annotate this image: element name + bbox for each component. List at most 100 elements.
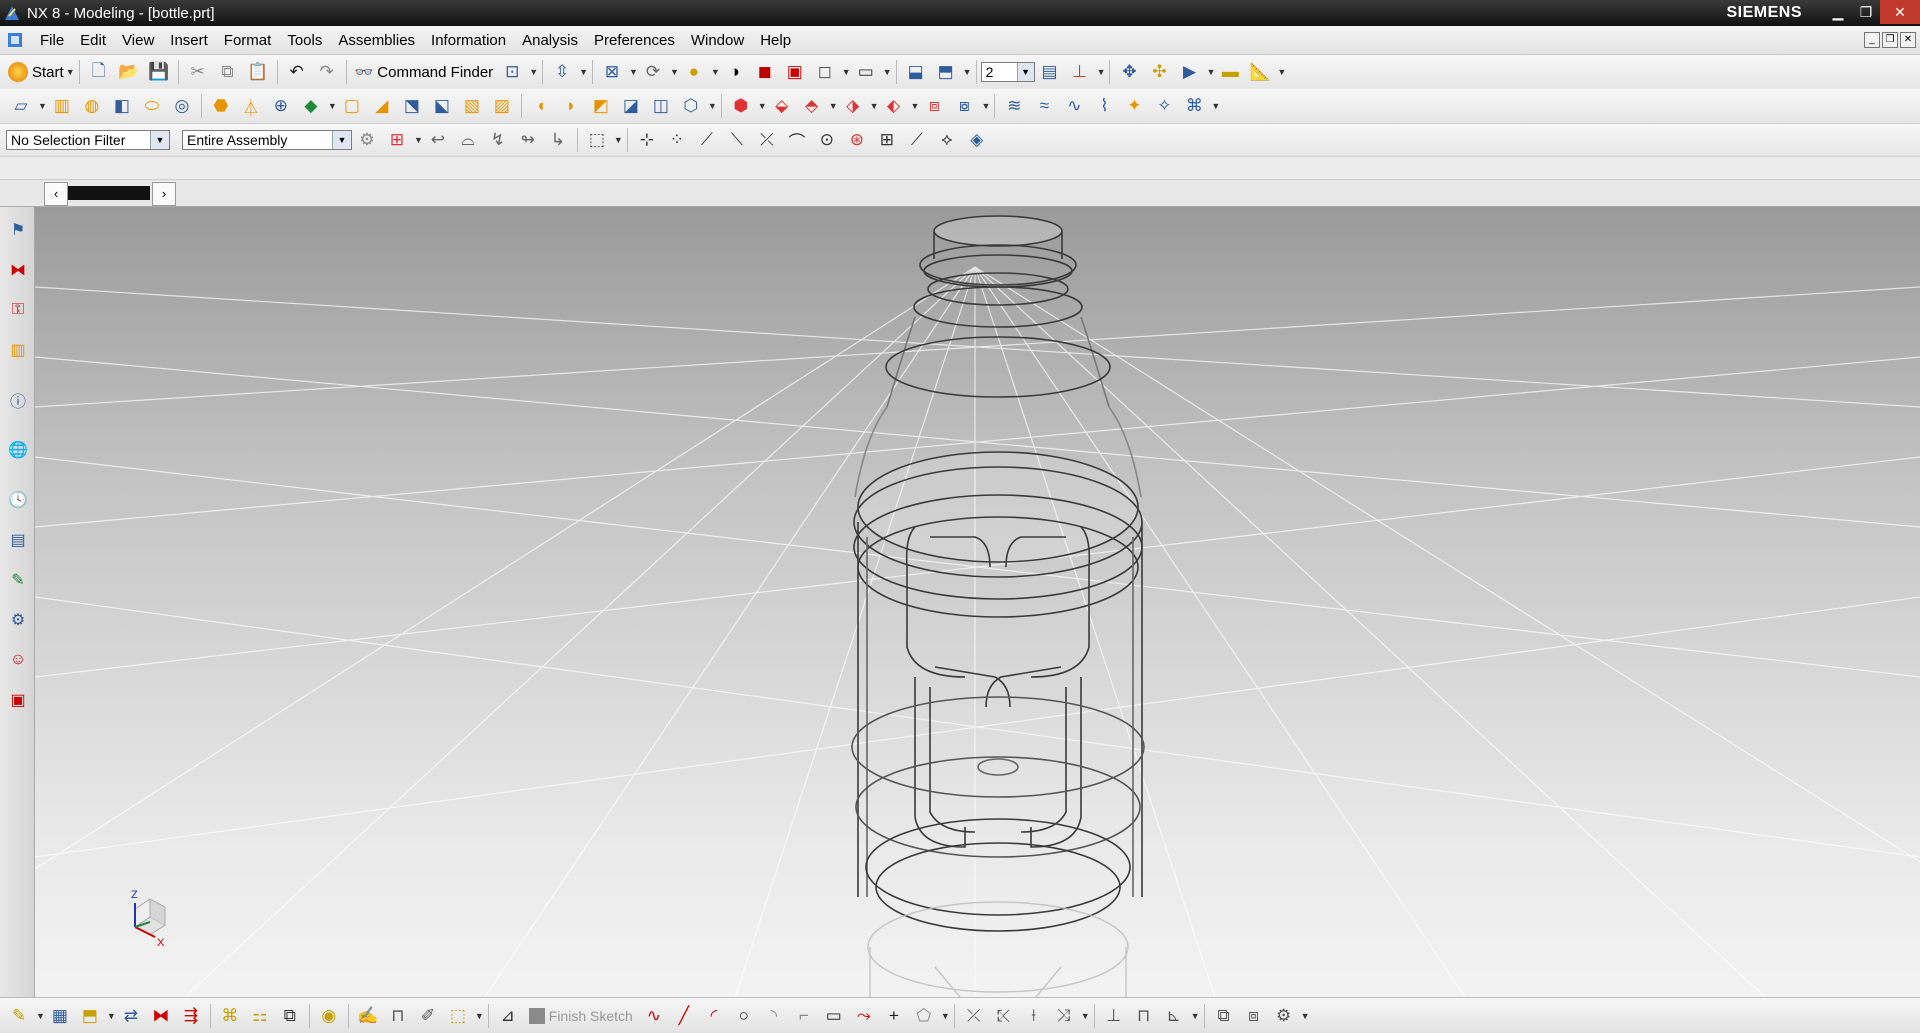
quick-extend-icon[interactable]: ⤪ bbox=[991, 1003, 1017, 1029]
draft-icon[interactable]: ◩ bbox=[588, 93, 614, 119]
datum-icon[interactable]: ◆ bbox=[298, 93, 324, 119]
existing-point-icon[interactable]: ⊞ bbox=[874, 127, 900, 153]
chamfer-icon[interactable]: ◢ bbox=[369, 93, 395, 119]
surface-options-icon[interactable]: ⌘ bbox=[1181, 93, 1207, 119]
open-folder-icon[interactable]: 📂 bbox=[116, 59, 142, 85]
drafting-icon[interactable]: ✍ bbox=[355, 1003, 381, 1029]
shaded-sphere-icon[interactable]: ● bbox=[681, 59, 707, 85]
copy-icon[interactable]: ⧉ bbox=[215, 59, 241, 85]
chevron-down-icon[interactable]: ▼ bbox=[911, 101, 920, 111]
shaded-icon[interactable]: ▣ bbox=[782, 59, 808, 85]
end-point-icon[interactable]: ⁘ bbox=[664, 127, 690, 153]
restore-button[interactable]: ❐ bbox=[1852, 0, 1880, 24]
selection-scope-select[interactable]: Entire Assembly ▼ bbox=[182, 130, 352, 150]
trim-body-icon[interactable]: ⬕ bbox=[429, 93, 455, 119]
assembly-sequence-icon[interactable]: ⚏ bbox=[247, 1003, 273, 1029]
assembly-constraints-icon[interactable]: ⧓ bbox=[148, 1003, 174, 1029]
doc-minimize-button[interactable]: _ bbox=[1864, 32, 1880, 48]
doc-close-button[interactable]: ✕ bbox=[1900, 32, 1916, 48]
part-navigator-icon[interactable]: ⚿ bbox=[6, 297, 30, 323]
circle-point-icon[interactable]: ⊙ bbox=[814, 127, 840, 153]
chevron-down-icon[interactable]: ▼ bbox=[1081, 1011, 1090, 1021]
menu-format[interactable]: Format bbox=[216, 32, 280, 49]
new-file-icon[interactable]: 🗋 bbox=[86, 59, 112, 85]
n-sided-icon[interactable]: ✦ bbox=[1121, 93, 1147, 119]
redo-icon[interactable]: ↷ bbox=[314, 59, 340, 85]
assembly-add-icon[interactable]: ⬒ bbox=[77, 1003, 103, 1029]
profile-icon[interactable]: ∿ bbox=[641, 1003, 667, 1029]
paste-icon[interactable]: 📋 bbox=[245, 59, 271, 85]
chevron-down-icon[interactable]: ▼ bbox=[883, 67, 892, 77]
menu-analysis[interactable]: Analysis bbox=[514, 32, 586, 49]
through-curves-icon[interactable]: ≈ bbox=[1031, 93, 1057, 119]
chevron-down-icon[interactable]: ▼ bbox=[1097, 67, 1106, 77]
offset-face-icon[interactable]: ▧ bbox=[459, 93, 485, 119]
chevron-down-icon[interactable]: ▼ bbox=[614, 135, 623, 145]
measure-angle-icon[interactable]: 📐 bbox=[1247, 59, 1273, 85]
line-icon[interactable]: ╱ bbox=[671, 1003, 697, 1029]
tab-active[interactable] bbox=[68, 186, 150, 200]
fillet-icon[interactable]: ◝ bbox=[761, 1003, 787, 1029]
tab-scroll-left-button[interactable]: ‹ bbox=[44, 182, 68, 206]
menu-view[interactable]: View bbox=[114, 32, 162, 49]
chevron-down-icon[interactable]: ▼ bbox=[328, 101, 337, 111]
pad-icon[interactable]: ⬣ bbox=[208, 93, 234, 119]
polygon-icon[interactable]: ⬠ bbox=[911, 1003, 937, 1029]
menu-information[interactable]: Information bbox=[423, 32, 514, 49]
block-icon[interactable]: ◧ bbox=[109, 93, 135, 119]
mid-point-icon[interactable]: ⟋ bbox=[694, 127, 720, 153]
reuse-icon[interactable]: ⧇ bbox=[951, 93, 977, 119]
clearance-icon[interactable]: ◉ bbox=[316, 1003, 342, 1029]
document-icon[interactable] bbox=[6, 31, 26, 49]
quick-trim-icon[interactable]: ⤫ bbox=[961, 1003, 987, 1029]
save-icon[interactable]: 💾 bbox=[146, 59, 172, 85]
extrude-icon[interactable]: ▥ bbox=[49, 93, 75, 119]
menu-preferences[interactable]: Preferences bbox=[586, 32, 683, 49]
replace-face-icon[interactable]: ⬘ bbox=[799, 93, 825, 119]
chevron-down-icon[interactable]: ▼ bbox=[981, 101, 990, 111]
shell-icon[interactable]: ▢ bbox=[339, 93, 365, 119]
mirror-icon[interactable]: ◫ bbox=[648, 93, 674, 119]
minimize-button[interactable]: ▁ bbox=[1824, 0, 1852, 24]
menu-tools[interactable]: Tools bbox=[279, 32, 330, 49]
constraint-navigator-icon[interactable]: ⧓ bbox=[6, 257, 30, 283]
ruled-icon[interactable]: ⌇ bbox=[1091, 93, 1117, 119]
wave-link-icon[interactable]: ⌘ bbox=[217, 1003, 243, 1029]
menu-file[interactable]: File bbox=[32, 32, 72, 49]
chevron-down-icon[interactable]: ▼ bbox=[941, 1011, 950, 1021]
chevron-down-icon[interactable]: ▼ bbox=[963, 67, 972, 77]
chevron-down-icon[interactable]: ▼ bbox=[579, 67, 588, 77]
make-corner-icon[interactable]: ⟊ bbox=[1021, 1003, 1047, 1029]
move-component-icon[interactable]: ⇄ bbox=[118, 1003, 144, 1029]
dimension-icon[interactable]: ⇳ bbox=[549, 59, 575, 85]
thicken-icon[interactable]: ▨ bbox=[489, 93, 515, 119]
lasso-select-icon[interactable]: ⬚ bbox=[584, 127, 610, 153]
manufacturing-wizard-icon[interactable]: ⚙ bbox=[6, 607, 30, 633]
web-browser-icon[interactable]: 🌐 bbox=[6, 437, 30, 463]
blend-icon[interactable]: ◖ bbox=[528, 93, 554, 119]
measure-distance-icon[interactable]: ▬ bbox=[1217, 59, 1243, 85]
surface-icon[interactable]: ≋ bbox=[1001, 93, 1027, 119]
graphics-viewport[interactable]: Z X bbox=[35, 207, 1920, 997]
chevron-down-icon[interactable]: ▼ bbox=[36, 1011, 45, 1021]
fit-view-icon[interactable]: ⊠ bbox=[599, 59, 625, 85]
body-icon[interactable]: ▦ bbox=[47, 1003, 73, 1029]
chevron-down-icon[interactable]: ▼ bbox=[829, 101, 838, 111]
move-face-icon[interactable]: ⬢ bbox=[728, 93, 754, 119]
studio-surface-icon[interactable]: ∿ bbox=[1061, 93, 1087, 119]
sphere-feature-icon[interactable]: ◎ bbox=[169, 93, 195, 119]
chevron-down-icon[interactable]: ▼ bbox=[107, 1011, 116, 1021]
unite-icon[interactable]: ⊕ bbox=[268, 93, 294, 119]
connect-rule-icon[interactable]: ↬ bbox=[515, 127, 541, 153]
sketch-icon[interactable]: ▱ bbox=[8, 93, 34, 119]
window-select-icon[interactable]: ⊡ bbox=[499, 59, 525, 85]
render-style-icon[interactable]: ◑ bbox=[722, 59, 748, 85]
quadrant-point-icon[interactable]: ⊛ bbox=[844, 127, 870, 153]
sketch-view-icon[interactable]: ⧉ bbox=[1211, 1003, 1237, 1029]
edge-blend-icon[interactable]: ◗ bbox=[558, 93, 584, 119]
offset-curve-icon[interactable]: ⤨ bbox=[1051, 1003, 1077, 1029]
wireframe-icon[interactable]: ◻ bbox=[812, 59, 838, 85]
pull-face-icon[interactable]: ⬖ bbox=[881, 93, 907, 119]
face-rule-icon[interactable]: ↩ bbox=[425, 127, 451, 153]
view-section-icon[interactable]: ⬒ bbox=[933, 59, 959, 85]
